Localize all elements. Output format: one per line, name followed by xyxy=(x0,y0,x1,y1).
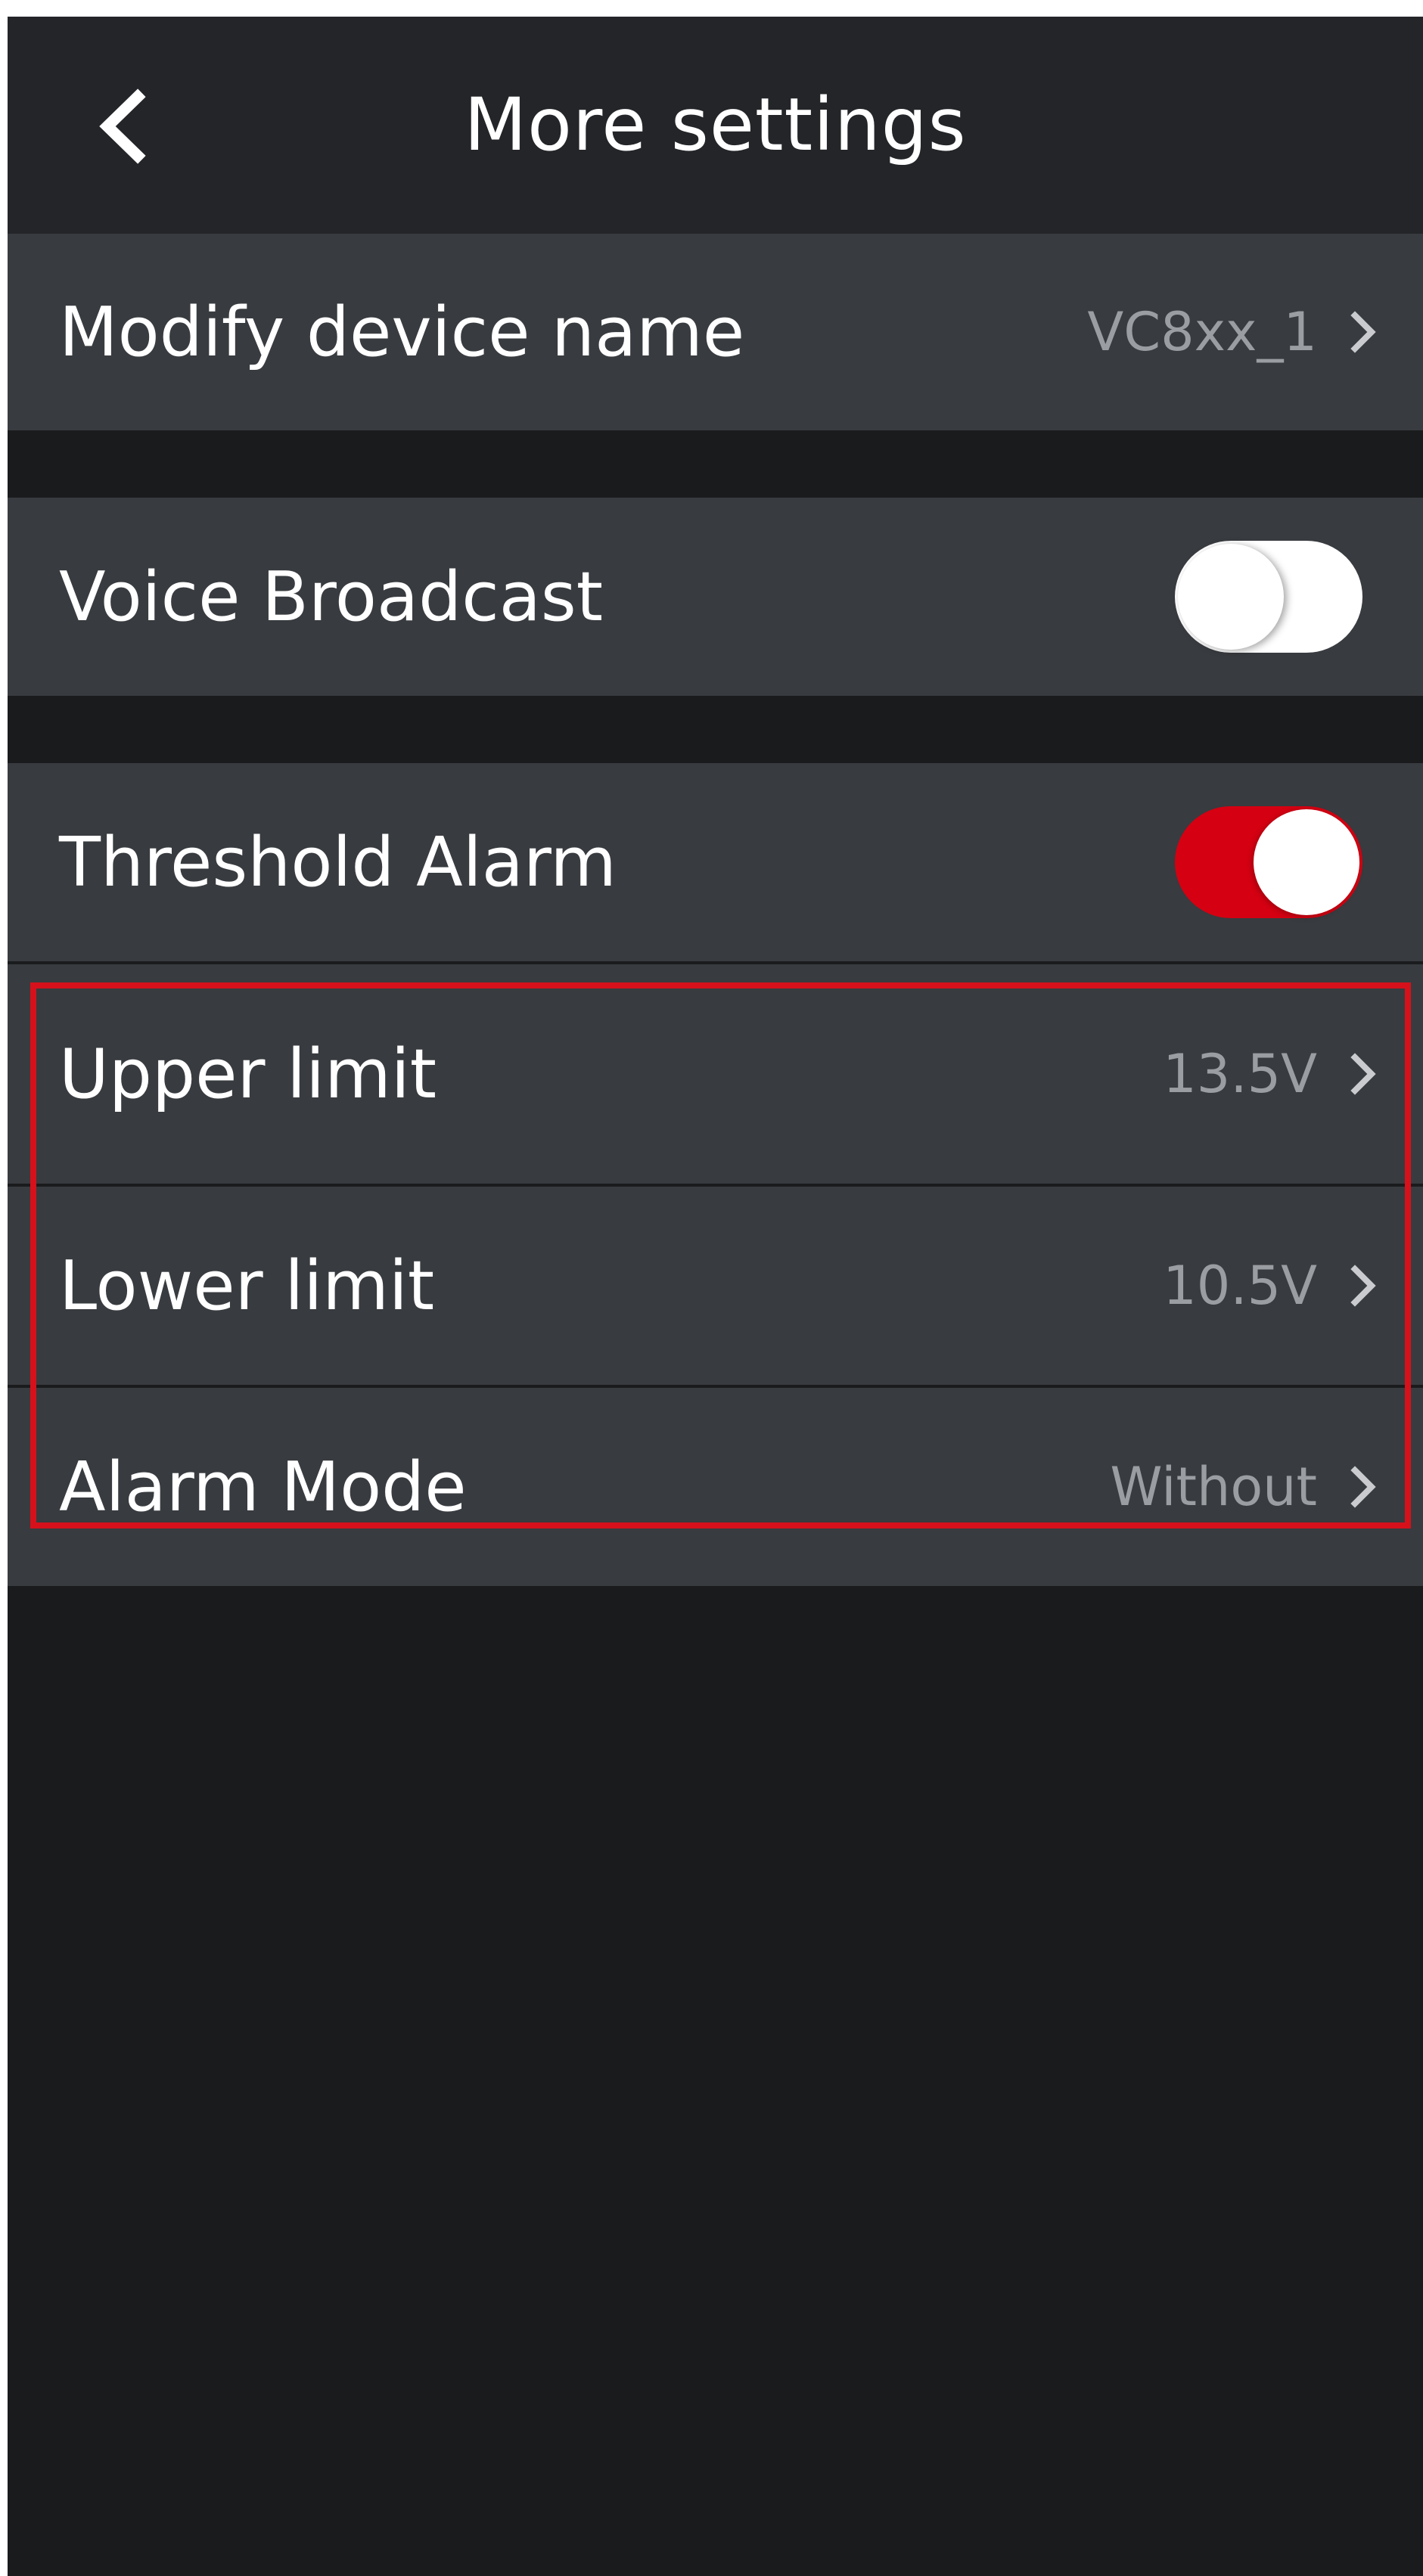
modify-device-name-label: Modify device name xyxy=(59,292,745,372)
back-button[interactable] xyxy=(83,85,166,168)
upper-limit-label: Upper limit xyxy=(59,1034,437,1114)
toggle-knob xyxy=(1178,544,1284,650)
lower-limit-row[interactable]: Lower limit 10.5V xyxy=(8,1187,1423,1385)
threshold-alarm-label: Threshold Alarm xyxy=(59,822,617,902)
chevron-right-icon xyxy=(1350,1265,1376,1307)
device-name-value: VC8xx_1 xyxy=(1087,301,1317,363)
page-title: More settings xyxy=(464,82,967,167)
top-bar: More settings xyxy=(8,17,1423,234)
chevron-right-icon xyxy=(1350,1053,1376,1095)
upper-limit-value: 13.5V xyxy=(1163,1043,1317,1105)
threshold-alarm-toggle[interactable] xyxy=(1175,806,1362,918)
toggle-knob xyxy=(1254,809,1359,915)
voice-broadcast-toggle[interactable] xyxy=(1175,541,1362,653)
modify-device-name-row[interactable]: Modify device name VC8xx_1 xyxy=(8,234,1423,430)
upper-limit-row[interactable]: Upper limit 13.5V xyxy=(8,964,1423,1184)
chevron-left-icon xyxy=(99,88,146,164)
voice-broadcast-row: Voice Broadcast xyxy=(8,498,1423,696)
settings-screen: More settings Modify device name VC8xx_1… xyxy=(8,17,1423,2576)
threshold-alarm-row: Threshold Alarm xyxy=(8,763,1423,961)
chevron-right-icon xyxy=(1350,1466,1376,1508)
alarm-mode-value: Without xyxy=(1110,1456,1317,1518)
lower-limit-value: 10.5V xyxy=(1163,1255,1317,1317)
alarm-mode-row[interactable]: Alarm Mode Without xyxy=(8,1388,1423,1586)
chevron-right-icon xyxy=(1350,311,1376,353)
lower-limit-label: Lower limit xyxy=(59,1246,435,1326)
alarm-mode-label: Alarm Mode xyxy=(59,1447,467,1527)
voice-broadcast-label: Voice Broadcast xyxy=(59,557,604,637)
